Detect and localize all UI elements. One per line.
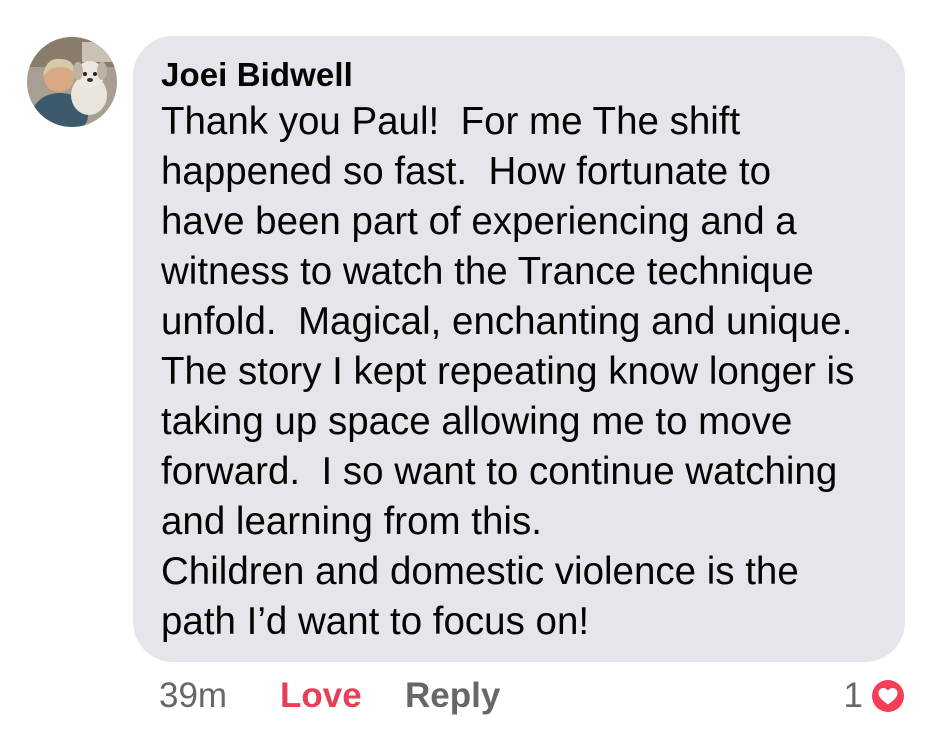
comment-line: happened so fast. How fortunate to (161, 150, 771, 193)
comment-line: taking up space allowing me to move (161, 400, 793, 443)
comment-line: path I’d want to focus on! (161, 600, 590, 643)
comment-line: unfold. Magical, enchanting and unique. (161, 300, 853, 343)
comment-line: The story I kept repeating know longer i… (161, 350, 855, 393)
comment-line: have been part of experiencing and a (161, 200, 797, 243)
comment-line: forward. I so want to continue watching (161, 450, 838, 493)
comment-line: Thank you Paul! For me The shift (161, 100, 741, 143)
reaction-summary[interactable]: 1 (844, 672, 907, 720)
avatar[interactable] (27, 37, 117, 127)
comment-line: witness to watch the Trance technique (161, 250, 814, 293)
love-button[interactable]: Love (280, 676, 405, 716)
comment-text: Thank you Paul! For me The shift happene… (161, 97, 885, 647)
comment-actions: 39m Love Reply (159, 672, 500, 720)
profile-photo (27, 37, 117, 127)
love-reaction-icon (870, 678, 906, 714)
comment-bubble: Joei Bidwell Thank you Paul! For me The … (133, 36, 905, 662)
comment-author[interactable]: Joei Bidwell (161, 55, 885, 95)
reaction-count: 1 (843, 676, 863, 715)
reply-button[interactable]: Reply (405, 676, 500, 716)
comment-line: Children and domestic violence is the (161, 550, 799, 593)
comment-timestamp[interactable]: 39m (159, 676, 280, 716)
comment-line: and learning from this. (161, 500, 542, 543)
